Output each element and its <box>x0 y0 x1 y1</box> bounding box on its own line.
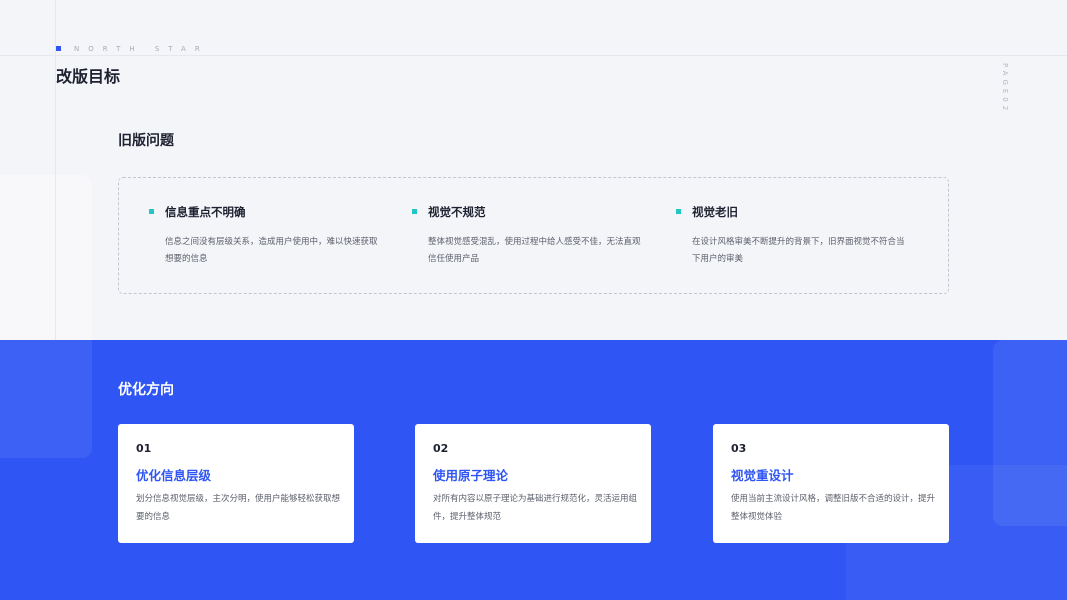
card-number: 03 <box>731 442 747 455</box>
problem-description: 在设计风格审美不断提升的背景下，旧界面视觉不符合当下用户的审美 <box>692 237 905 264</box>
optimization-card: 03 视觉重设计 使用当前主流设计风格，调整旧版不合适的设计，提升整体视觉体验 <box>713 424 949 543</box>
problem-description: 信息之间没有层级关系，造成用户使用中，难以快速获取想要的信息 <box>165 237 378 264</box>
bullet-square-icon <box>149 209 154 214</box>
brand-name: NORTH STAR <box>74 45 209 53</box>
decorative-panel <box>0 340 92 458</box>
page-number-tag: PAGE02 <box>1001 63 1009 115</box>
card-title: 视觉重设计 <box>731 468 794 483</box>
card-title: 优化信息层级 <box>136 468 212 483</box>
optimization-heading: 优化方向 <box>118 382 174 398</box>
card-description: 划分信息视觉层级，主次分明，使用户能够轻松获取想要的信息 <box>136 494 341 522</box>
problem-title: 视觉不规范 <box>428 205 486 219</box>
brand-square-icon <box>56 46 61 51</box>
card-number: 01 <box>136 442 152 455</box>
card-description: 使用当前主流设计风格，调整旧版不合适的设计，提升整体视觉体验 <box>731 494 936 522</box>
bullet-square-icon <box>676 209 681 214</box>
divider-horizontal <box>0 55 1067 56</box>
card-number: 02 <box>433 442 449 455</box>
card-title: 使用原子理论 <box>433 468 509 483</box>
card-description: 对所有内容以原子理论为基础进行规范化，灵活运用组件，提升整体规范 <box>433 494 638 522</box>
optimization-section: 优化方向 01 优化信息层级 划分信息视觉层级，主次分明，使用户能够轻松获取想要… <box>0 340 1067 600</box>
divider-vertical <box>55 0 56 340</box>
bullet-square-icon <box>412 209 417 214</box>
problem-box: 信息重点不明确 信息之间没有层级关系，造成用户使用中，难以快速获取想要的信息 视… <box>118 177 949 294</box>
problem-title: 信息重点不明确 <box>165 205 246 219</box>
problem-title: 视觉老旧 <box>692 205 738 219</box>
old-version-heading: 旧版问题 <box>118 133 174 149</box>
page-title: 改版目标 <box>56 67 121 86</box>
problem-description: 整体视觉感受混乱，使用过程中给人感受不佳，无法直观信任使用产品 <box>428 237 641 264</box>
slide: NORTH STAR 改版目标 PAGE02 旧版问题 信息重点不明确 信息之间… <box>0 0 1067 600</box>
optimization-card: 02 使用原子理论 对所有内容以原子理论为基础进行规范化，灵活运用组件，提升整体… <box>415 424 651 543</box>
optimization-card: 01 优化信息层级 划分信息视觉层级，主次分明，使用户能够轻松获取想要的信息 <box>118 424 354 543</box>
